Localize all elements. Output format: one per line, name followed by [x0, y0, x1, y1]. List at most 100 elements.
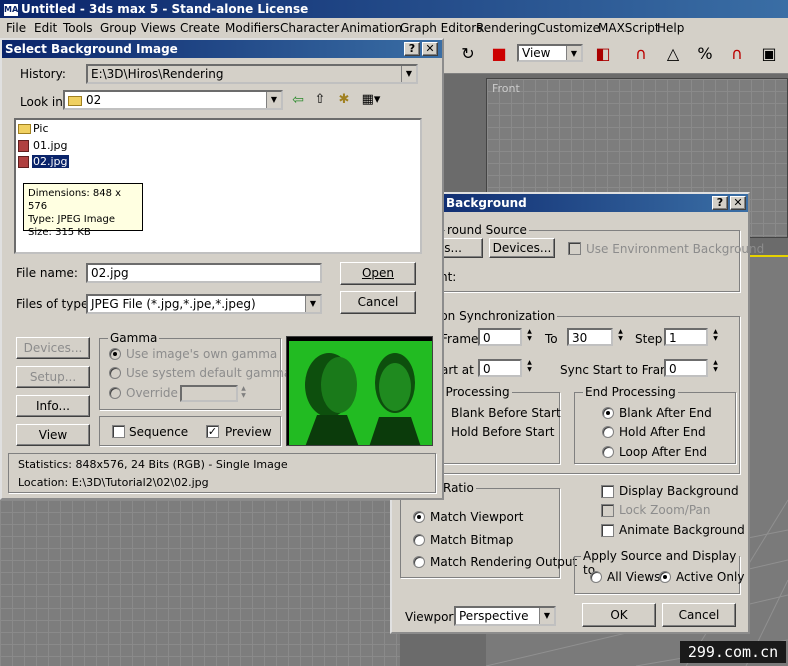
history-label: History:: [20, 67, 66, 81]
gamma-system-radio: [109, 367, 121, 379]
list-item-selected[interactable]: 02.jpg: [18, 154, 70, 169]
view-menu-icon[interactable]: ▦▾: [358, 90, 384, 110]
hold-after-end-radio[interactable]: [602, 426, 614, 438]
menu-create[interactable]: Create: [180, 21, 220, 35]
close-icon[interactable]: ✕: [730, 196, 746, 210]
tooltip-size: Size: 315 KB: [28, 227, 91, 238]
setup-button: Setup...: [16, 366, 90, 388]
filetype-select[interactable]: JPEG File (*.jpg,*.jpe,*.jpeg) ▼: [86, 294, 322, 314]
snap-3d-icon[interactable]: ∩: [628, 40, 654, 68]
list-item[interactable]: 01.jpg: [18, 139, 68, 153]
back-icon[interactable]: ⇦: [289, 90, 307, 110]
match-viewport-label: Match Viewport: [430, 510, 524, 524]
start-at-input[interactable]: 0: [478, 359, 522, 377]
location-text: Location: E:\3D\Tutorial2\02\02.jpg: [18, 476, 209, 489]
image-preview: [286, 336, 433, 446]
menu-modifiers[interactable]: Modifiers: [225, 21, 280, 35]
loop-after-end-radio[interactable]: [602, 446, 614, 458]
menu-views[interactable]: Views: [141, 21, 176, 35]
menu-character[interactable]: Character: [280, 21, 339, 35]
step-input[interactable]: 1: [664, 328, 708, 346]
menu-graph-editors[interactable]: Graph Editors: [400, 21, 482, 35]
to-spinner[interactable]: ▲ ▼: [615, 328, 626, 346]
lock-zoom-label: Lock Zoom/Pan: [619, 503, 711, 517]
filename-input[interactable]: 02.jpg: [86, 263, 322, 283]
preview-checkbox[interactable]: ✓: [206, 425, 219, 438]
all-views-label: All Views: [607, 570, 661, 584]
gamma-own-label: Use image's own gamma: [126, 347, 278, 361]
cancel-button[interactable]: Cancel: [340, 291, 416, 314]
frame-spinner[interactable]: ▲ ▼: [524, 328, 535, 346]
menu-help[interactable]: Help: [657, 21, 684, 35]
tooltip-dimensions: Dimensions: 848 x 576: [28, 188, 122, 212]
menu-file[interactable]: File: [6, 21, 26, 35]
frame-input[interactable]: 0: [478, 328, 522, 346]
menu-rendering[interactable]: Rendering: [476, 21, 537, 35]
image-file-icon: [18, 156, 29, 168]
menu-maxscript[interactable]: MAXScript: [598, 21, 660, 35]
sequence-label: Sequence: [129, 425, 189, 439]
gamma-override-label: Override: [126, 386, 178, 400]
new-folder-icon[interactable]: ✱: [335, 90, 353, 110]
sync-start-label: Sync Start to Frame: [560, 363, 680, 377]
match-viewport-radio[interactable]: [413, 511, 425, 523]
menu-edit[interactable]: Edit: [34, 21, 57, 35]
angle-snap-icon[interactable]: △: [660, 40, 686, 68]
view-button[interactable]: View: [16, 424, 90, 446]
help-icon[interactable]: ?: [712, 196, 728, 210]
help-icon[interactable]: ?: [404, 42, 420, 56]
sequence-checkbox[interactable]: [112, 425, 125, 438]
percent-snap-icon[interactable]: %: [692, 40, 718, 68]
mirror-icon[interactable]: ◧: [590, 40, 616, 68]
menu-tools[interactable]: Tools: [63, 21, 93, 35]
all-views-radio[interactable]: [590, 571, 602, 583]
image-file-icon: [18, 140, 29, 152]
use-env-bg-checkbox: [568, 242, 581, 255]
blank-before-start-label[interactable]: Blank Before Start: [451, 406, 561, 420]
gamma-system-label: Use system default gamma: [126, 366, 292, 380]
step-label: Step: [635, 332, 663, 346]
folder-icon: [68, 95, 82, 106]
bg-cancel-button[interactable]: Cancel: [662, 603, 736, 627]
sync-start-spinner[interactable]: ▲ ▼: [710, 359, 721, 377]
info-button[interactable]: Info...: [16, 395, 90, 417]
display-bg-checkbox[interactable]: [601, 485, 614, 498]
animate-bg-checkbox[interactable]: [601, 524, 614, 537]
app-icon: MAX: [4, 3, 25, 16]
list-item[interactable]: Pic: [18, 122, 49, 136]
lock-zoom-checkbox: [601, 504, 614, 517]
lookin-select[interactable]: 02 ▼: [63, 90, 283, 110]
blank-after-end-radio[interactable]: [602, 407, 614, 419]
viewport-front-label: Front: [492, 82, 520, 95]
hold-before-start-label[interactable]: Hold Before Start: [451, 425, 555, 439]
step-spinner[interactable]: ▲ ▼: [710, 328, 721, 346]
redo-icon[interactable]: ↻: [455, 40, 481, 68]
spinner-snap-icon[interactable]: ∩: [724, 40, 750, 68]
sync-start-input[interactable]: 0: [664, 359, 708, 377]
view-combo[interactable]: View ▼: [517, 44, 583, 62]
close-icon[interactable]: ✕: [422, 42, 438, 56]
app-titlebar: MAXUntitled - 3ds max 5 - Stand-alone Li…: [0, 0, 788, 18]
match-rendering-radio[interactable]: [413, 556, 425, 568]
preview-portrait-image: [289, 341, 432, 445]
match-bitmap-radio[interactable]: [413, 534, 425, 546]
start-at-spinner[interactable]: ▲ ▼: [524, 359, 535, 377]
history-select[interactable]: E:\3D\Hiros\Rendering ▼: [86, 64, 418, 84]
frame-label: Frame: [441, 332, 479, 346]
menu-group[interactable]: Group: [100, 21, 137, 35]
loop-after-end-label: Loop After End: [619, 445, 708, 459]
select-icon[interactable]: ■: [486, 40, 512, 68]
to-input[interactable]: 30: [567, 328, 613, 346]
box-icon[interactable]: ▣: [756, 40, 782, 68]
viewport-bottom-left[interactable]: [0, 500, 400, 666]
devices-button[interactable]: Devices...: [489, 238, 555, 258]
ok-button[interactable]: OK: [582, 603, 656, 627]
menu-customize[interactable]: Customize: [537, 21, 600, 35]
up-folder-icon[interactable]: ⇧: [311, 90, 329, 110]
folder-icon: [18, 124, 31, 134]
open-button[interactable]: Open: [340, 262, 416, 285]
use-env-bg-label: Use Environment Background: [586, 242, 765, 256]
active-only-radio[interactable]: [659, 571, 671, 583]
viewport-select[interactable]: Perspective ▼: [454, 606, 556, 626]
menu-animation[interactable]: Animation: [341, 21, 402, 35]
